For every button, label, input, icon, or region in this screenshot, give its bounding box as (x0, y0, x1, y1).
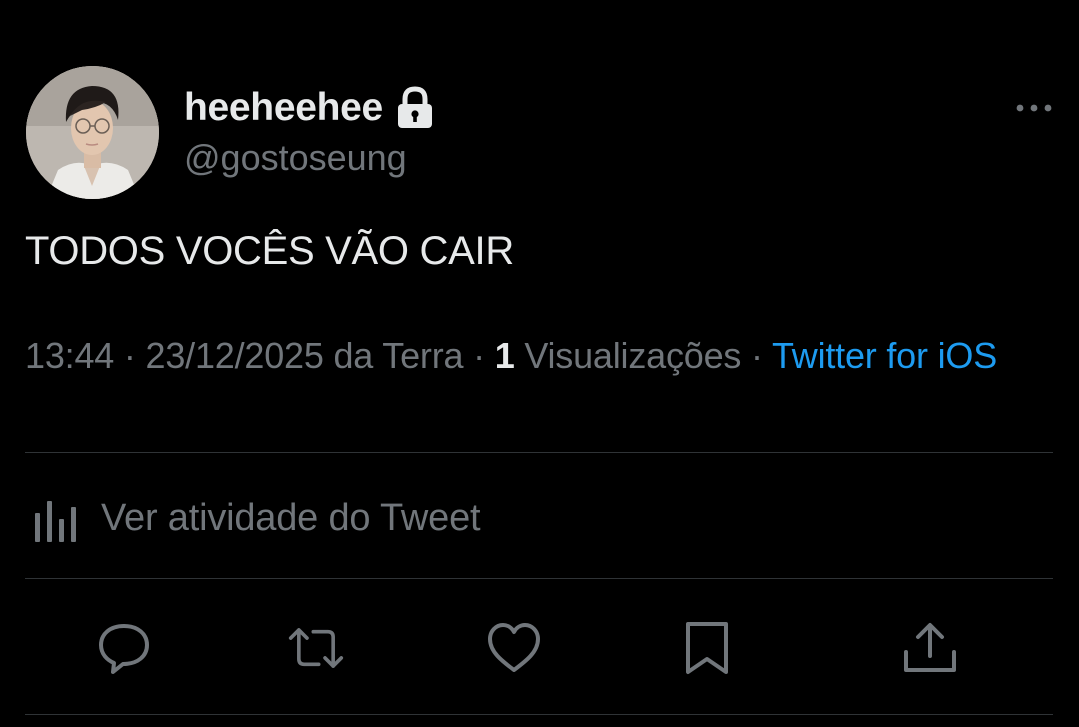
more-options-icon[interactable] (1014, 98, 1054, 118)
views-label: Visualizações (514, 335, 742, 376)
bookmark-icon[interactable] (681, 620, 737, 676)
tweet-text: TODOS VOCÊS VÃO CAIR (25, 229, 514, 273)
divider (25, 452, 1053, 453)
author-name-row: heeheehee (184, 84, 435, 132)
retweet-icon[interactable] (288, 620, 344, 676)
meta-separator: · (463, 335, 495, 376)
meta-separator: · (741, 335, 772, 376)
profile-photo (26, 66, 159, 199)
tweet-location: da Terra (323, 335, 464, 376)
tweet-date[interactable]: 23/12/2025 (146, 335, 324, 376)
bar-chart-icon (25, 491, 87, 545)
tweet-activity-label: Ver atividade do Tweet (101, 496, 481, 539)
views-count: 1 (494, 335, 515, 376)
like-icon[interactable] (486, 620, 542, 676)
divider (25, 714, 1053, 715)
divider (25, 578, 1053, 579)
tweet-metadata: 13:44 · 23/12/2025 da Terra · 1 Visualiz… (25, 333, 1035, 379)
meta-separator: · (114, 335, 146, 376)
lock-icon (395, 86, 435, 130)
avatar[interactable] (26, 66, 159, 199)
tweet-time[interactable]: 13:44 (25, 335, 114, 376)
author-handle[interactable]: @gostoseung (184, 137, 407, 179)
tweet-activity-link[interactable]: Ver atividade do Tweet (25, 490, 481, 546)
display-name[interactable]: heeheehee (184, 86, 383, 130)
tweet-source-link[interactable]: Twitter for iOS (772, 335, 997, 376)
reply-icon[interactable] (96, 620, 152, 676)
share-icon[interactable] (902, 620, 958, 676)
